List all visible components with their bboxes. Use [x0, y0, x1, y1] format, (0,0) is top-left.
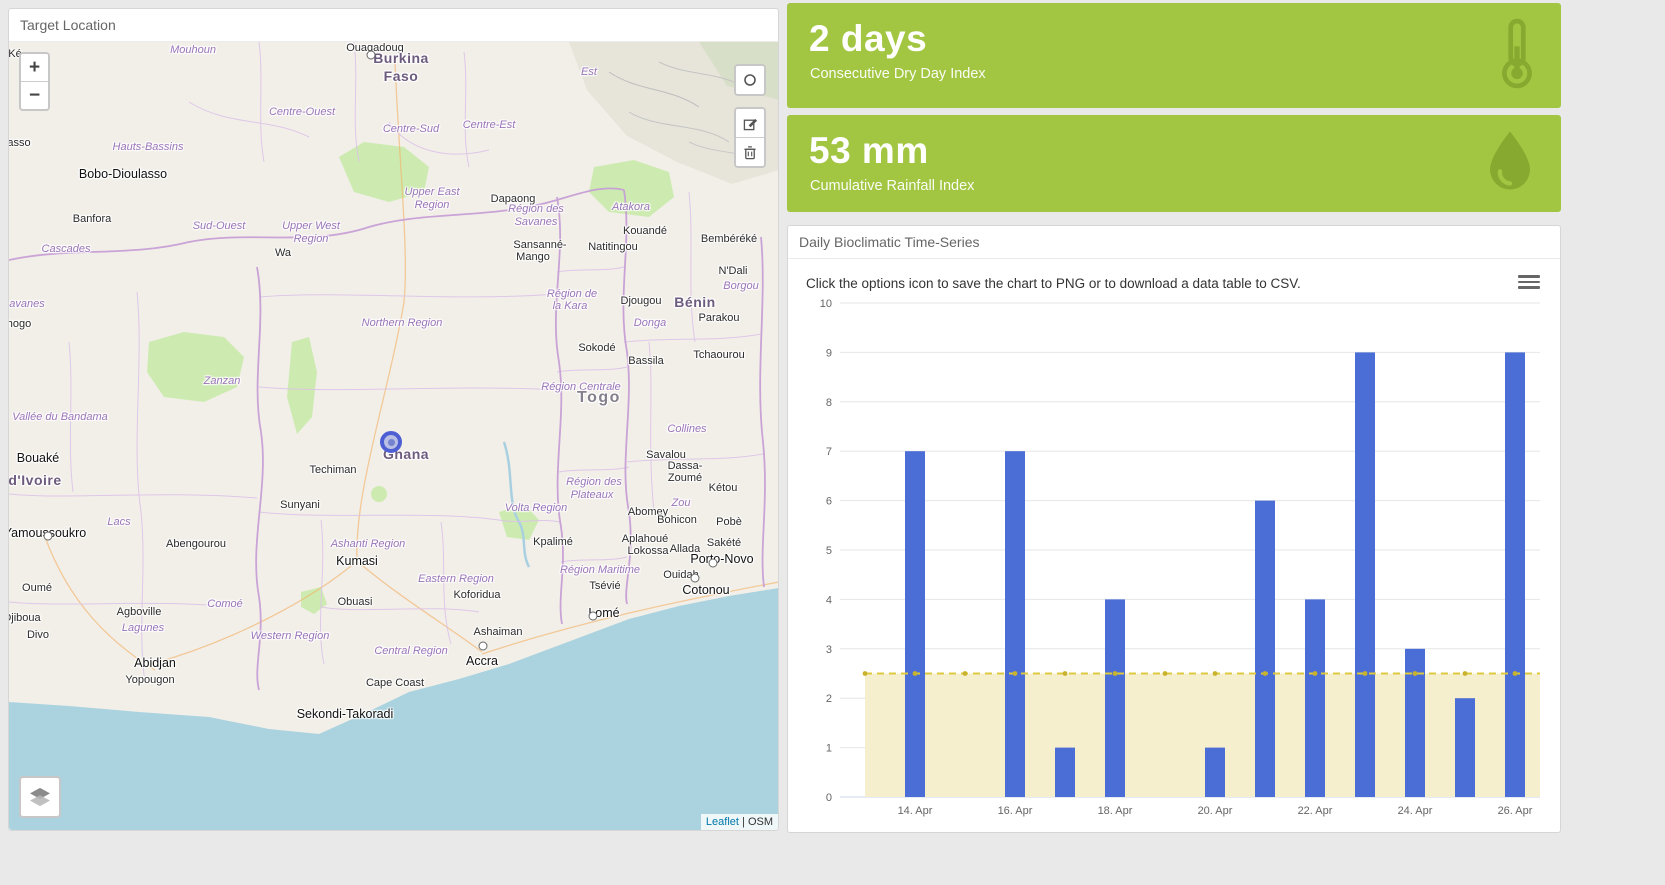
- city-marker: [44, 532, 53, 541]
- edit-delete-control: [734, 107, 766, 168]
- svg-text:22. Apr: 22. Apr: [1298, 805, 1333, 817]
- svg-text:5: 5: [826, 545, 832, 557]
- dry-day-index-value: 2 days: [809, 18, 1561, 60]
- chart-panel-title: Daily Bioclimatic Time-Series: [788, 226, 1560, 259]
- hamburger-icon[interactable]: [1518, 272, 1540, 290]
- svg-text:18. Apr: 18. Apr: [1098, 805, 1133, 817]
- dry-day-index-label: Consecutive Dry Day Index: [810, 66, 1561, 82]
- svg-text:4: 4: [826, 594, 832, 606]
- svg-text:20. Apr: 20. Apr: [1198, 805, 1233, 817]
- city-marker: [691, 574, 700, 583]
- map-attribution: Leaflet | OSM: [701, 814, 778, 830]
- svg-text:8: 8: [826, 397, 832, 409]
- svg-text:24. Apr: 24. Apr: [1398, 805, 1433, 817]
- dry-day-index-card: 2 days Consecutive Dry Day Index: [787, 3, 1561, 108]
- svg-text:1: 1: [826, 743, 832, 755]
- city-marker: [709, 559, 718, 568]
- map-panel: Target Location: [8, 8, 779, 831]
- chart-subtitle: Click the options icon to save the chart…: [806, 276, 1520, 291]
- city-marker: [479, 642, 488, 651]
- svg-text:3: 3: [826, 644, 832, 656]
- layers-control[interactable]: [19, 776, 61, 818]
- water-drop-icon: [1481, 127, 1539, 200]
- svg-text:9: 9: [826, 347, 832, 359]
- map-panel-title: Target Location: [9, 9, 778, 42]
- svg-text:2: 2: [826, 693, 832, 705]
- svg-text:0: 0: [826, 792, 832, 804]
- delete-layers-button[interactable]: [736, 138, 764, 166]
- rainfall-index-value: 53 mm: [809, 130, 1561, 172]
- svg-text:14. Apr: 14. Apr: [898, 805, 933, 817]
- edit-pencil-icon: [743, 116, 758, 131]
- thermometer-icon: [1495, 17, 1539, 94]
- zoom-control: + −: [19, 52, 50, 111]
- bioclimatic-chart[interactable]: 0 1 2 3 4 5 6 7 8 9 10 14. Apr 16. Apr 18. Apr 20. Apr…: [802, 295, 1546, 817]
- circle-icon: [743, 73, 757, 87]
- zoom-out-button[interactable]: −: [21, 82, 48, 109]
- trash-icon: [743, 145, 757, 160]
- chart-panel: Daily Bioclimatic Time-Series Click the …: [787, 225, 1561, 833]
- draw-circle-control: [734, 64, 766, 96]
- city-marker: [589, 612, 598, 621]
- city-marker: [367, 51, 376, 60]
- leaflet-link[interactable]: Leaflet: [706, 816, 739, 828]
- edit-layers-button[interactable]: [736, 109, 764, 137]
- layers-icon: [29, 787, 51, 807]
- svg-text:10: 10: [820, 298, 832, 310]
- svg-text:7: 7: [826, 446, 832, 458]
- map-canvas[interactable]: OuagadougMouhounBurkinaFasoKéEstCentre-O…: [9, 42, 778, 830]
- zoom-in-button[interactable]: +: [21, 54, 48, 81]
- svg-text:6: 6: [826, 496, 832, 508]
- svg-text:16. Apr: 16. Apr: [998, 805, 1033, 817]
- target-location-marker[interactable]: [380, 431, 402, 453]
- rainfall-index-label: Cumulative Rainfall Index: [810, 178, 1561, 194]
- attribution-separator: |: [739, 816, 748, 828]
- svg-text:26. Apr: 26. Apr: [1498, 805, 1533, 817]
- osm-text: OSM: [748, 816, 773, 828]
- draw-circle-button[interactable]: [736, 66, 764, 94]
- rainfall-index-card: 53 mm Cumulative Rainfall Index: [787, 115, 1561, 212]
